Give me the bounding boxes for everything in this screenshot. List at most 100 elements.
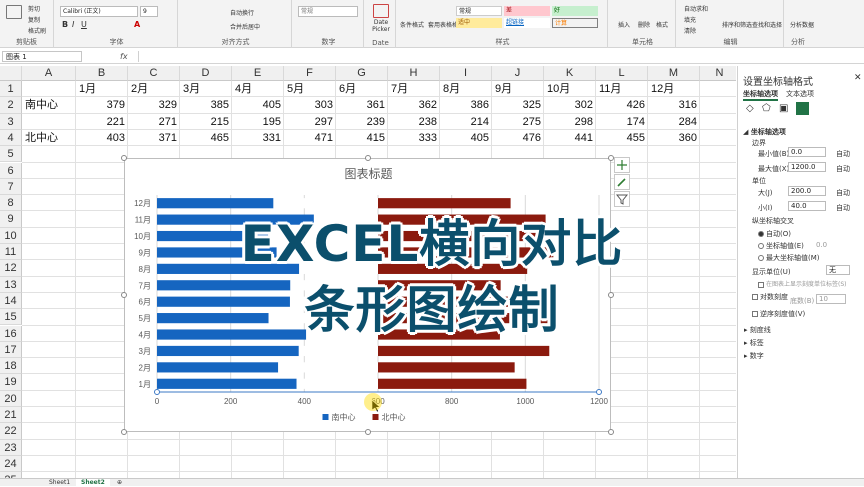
column-header-N[interactable]: N xyxy=(700,66,736,81)
value-cell[interactable]: 271 xyxy=(128,114,180,130)
column-header-E[interactable]: E xyxy=(232,66,284,81)
row-header-18[interactable]: 18 xyxy=(0,358,22,375)
fx-icon[interactable]: fx xyxy=(120,52,128,61)
value-cell[interactable]: 476 xyxy=(492,130,544,146)
row-header-24[interactable]: 24 xyxy=(0,455,22,473)
value-cell[interactable]: 275 xyxy=(492,114,544,130)
chart-resize-handle[interactable] xyxy=(365,155,371,161)
value-cell[interactable]: 298 xyxy=(544,114,596,130)
row-label-cell[interactable]: 南中心 xyxy=(22,97,76,113)
sort-filter-button[interactable]: 排序和筛选 xyxy=(722,20,752,29)
size-properties-icon[interactable]: ▣ xyxy=(779,103,788,114)
column-header-K[interactable]: K xyxy=(544,66,596,81)
chart-resize-handle[interactable] xyxy=(365,429,371,435)
section-number[interactable]: ▸ 数字 xyxy=(744,351,764,361)
bar-south[interactable] xyxy=(157,345,299,357)
value-cell[interactable]: 302 xyxy=(544,97,596,113)
row-header-23[interactable]: 23 xyxy=(0,439,22,456)
row-header-17[interactable]: 17 xyxy=(0,341,22,359)
value-cell[interactable]: 361 xyxy=(336,97,388,113)
bar-spacer[interactable] xyxy=(278,362,378,373)
header-cell[interactable]: 8月 xyxy=(440,81,492,97)
row-header-7[interactable]: 7 xyxy=(0,178,22,196)
value-cell[interactable]: 303 xyxy=(284,97,336,113)
value-cell[interactable]: 386 xyxy=(440,97,492,113)
column-header-J[interactable]: J xyxy=(492,66,544,81)
value-cell[interactable]: 403 xyxy=(76,130,128,146)
number-format-select[interactable]: 常规 xyxy=(298,6,358,17)
value-cell[interactable]: 455 xyxy=(596,130,648,146)
value-cell[interactable]: 316 xyxy=(648,97,700,113)
value-cell[interactable]: 385 xyxy=(180,97,232,113)
bar-north[interactable] xyxy=(378,345,550,357)
chart-resize-handle[interactable] xyxy=(121,292,127,298)
effects-icon[interactable]: ⬠ xyxy=(762,103,771,114)
chart-styles-button[interactable] xyxy=(614,174,630,190)
bar-spacer[interactable] xyxy=(296,378,378,389)
date-picker-button[interactable]: Date Picker xyxy=(370,2,392,38)
tab-text-options[interactable]: 文本选项 xyxy=(786,89,814,99)
minor-input[interactable]: 40.0 xyxy=(788,201,826,211)
column-header-G[interactable]: G xyxy=(336,66,388,81)
style-bad[interactable]: 差 xyxy=(504,6,550,16)
column-header-B[interactable]: B xyxy=(76,66,128,81)
column-header-F[interactable]: F xyxy=(284,66,336,81)
fill-line-icon[interactable]: ◇ xyxy=(746,103,754,114)
cut-button[interactable]: 剪切 xyxy=(28,4,40,13)
minor-auto-button[interactable]: 自动 xyxy=(836,203,850,213)
row-header-5[interactable]: 5 xyxy=(0,146,22,163)
name-box[interactable]: 图表 1 xyxy=(2,51,82,62)
max-auto-button[interactable]: 自动 xyxy=(836,164,850,174)
header-cell[interactable]: 3月 xyxy=(180,81,232,97)
section-axis-options[interactable]: ◢ 坐标轴选项 xyxy=(743,127,786,137)
column-header-D[interactable]: D xyxy=(180,66,232,81)
header-cell[interactable]: 10月 xyxy=(544,81,596,97)
bar-south[interactable] xyxy=(157,378,297,389)
format-painter-button[interactable]: 格式刷 xyxy=(28,26,46,35)
underline-button[interactable]: U xyxy=(81,20,87,29)
value-cell[interactable]: 379 xyxy=(76,97,128,113)
bar-south[interactable] xyxy=(157,198,274,209)
header-cell[interactable]: 2月 xyxy=(128,81,180,97)
axis-options-icon[interactable] xyxy=(796,102,809,115)
analyze-data-button[interactable]: 分析数据 xyxy=(790,20,814,29)
value-cell[interactable]: 325 xyxy=(492,97,544,113)
value-cell[interactable]: 465 xyxy=(180,130,232,146)
value-cell[interactable]: 362 xyxy=(388,97,440,113)
major-input[interactable]: 200.0 xyxy=(788,186,826,196)
max-input[interactable]: 1200.0 xyxy=(788,162,826,172)
row-header-19[interactable]: 19 xyxy=(0,374,22,391)
header-cell[interactable]: 11月 xyxy=(596,81,648,97)
value-cell[interactable]: 215 xyxy=(180,114,232,130)
value-cell[interactable]: 329 xyxy=(128,97,180,113)
value-cell[interactable]: 441 xyxy=(544,130,596,146)
column-header-H[interactable]: H xyxy=(388,66,440,81)
clear-button[interactable]: 清除 xyxy=(684,26,696,35)
value-cell[interactable]: 239 xyxy=(336,114,388,130)
find-select-button[interactable]: 查找和选择 xyxy=(752,20,782,29)
format-button[interactable]: 格式 xyxy=(656,20,668,29)
major-auto-button[interactable]: 自动 xyxy=(836,188,850,198)
row-header-8[interactable]: 8 xyxy=(0,195,22,212)
column-header-I[interactable]: I xyxy=(440,66,492,81)
value-cell[interactable]: 214 xyxy=(440,114,492,130)
style-calc[interactable]: 计算 xyxy=(552,18,598,28)
value-cell[interactable]: 238 xyxy=(388,114,440,130)
value-cell[interactable]: 221 xyxy=(76,114,128,130)
wrap-text-button[interactable]: 自动换行 xyxy=(230,8,254,17)
style-hyperlink[interactable]: 超链接 xyxy=(504,18,550,28)
header-cell[interactable]: 5月 xyxy=(284,81,336,97)
value-cell[interactable]: 284 xyxy=(648,114,700,130)
header-cell[interactable]: 6月 xyxy=(336,81,388,97)
bar-spacer[interactable] xyxy=(298,345,378,357)
value-cell[interactable]: 297 xyxy=(284,114,336,130)
value-cell[interactable]: 471 xyxy=(284,130,336,146)
style-good[interactable]: 好 xyxy=(552,6,598,16)
chart-resize-handle[interactable] xyxy=(608,292,614,298)
bar-north[interactable] xyxy=(378,378,527,389)
row-header-3[interactable]: 3 xyxy=(0,113,22,130)
chart-title[interactable]: 图表标题 xyxy=(344,167,392,181)
fill-button[interactable]: 填充 xyxy=(684,15,696,24)
delete-button[interactable]: 删除 xyxy=(638,20,650,29)
column-header-A[interactable]: A xyxy=(22,66,76,81)
